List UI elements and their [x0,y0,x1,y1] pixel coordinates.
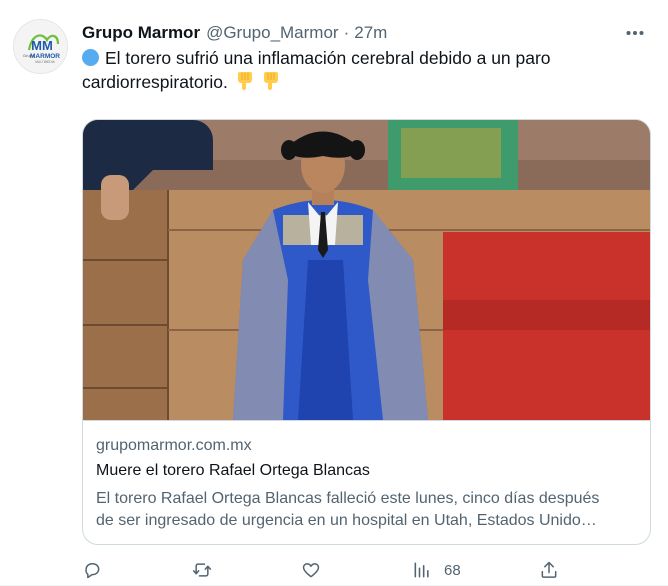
tweet[interactable]: MM MARMOR Grupo MULTIMEDIA Grupo Marmor … [0,0,668,586]
views-button[interactable]: 68 [412,558,461,582]
grupo-marmor-logo: MM MARMOR Grupo MULTIMEDIA [14,20,67,73]
tweet-timestamp[interactable]: 27m [354,23,387,43]
tweet-text-line-1: El torero sufrió una inflamación cerebra… [105,48,551,68]
logo-side: Grupo [23,53,35,58]
logo-word: MARMOR [30,53,60,60]
card-body: grupomarmor.com.mx Muere el torero Rafae… [83,420,650,544]
reply-button[interactable] [82,558,102,582]
link-preview-card[interactable]: grupomarmor.com.mx Muere el torero Rafae… [82,119,651,545]
separator-dot: · [343,23,350,42]
views-count: 68 [444,561,461,579]
pointing-down-emoji [263,72,278,90]
card-title: Muere el torero Rafael Ortega Blancas [96,462,370,479]
pointing-down-emoji [237,72,252,90]
card-image-bullfighter [83,120,650,420]
tweet-text-line-2: cardiorrespiratorio. [82,72,228,92]
card-domain: grupomarmor.com.mx [96,437,252,454]
logo-sub: MULTIMEDIA [35,60,55,64]
card-description: El torero Rafael Ortega Blancas falleció… [96,488,641,532]
card-description-line-2: de ser ingresado de urgencia en un hospi… [96,512,597,529]
views-icon [414,562,429,578]
card-description-line-1: El torero Rafael Ortega Blancas falleció… [96,490,600,507]
logo-letters: MM [31,38,53,53]
tweet-header: Grupo Marmor @Grupo_Marmor · 27m [82,22,387,44]
tweet-text: El torero sufrió una inflamación cerebra… [82,46,642,94]
display-name[interactable]: Grupo Marmor [82,23,200,43]
share-icon [541,561,557,578]
blue-circle-emoji [82,49,99,66]
retweet-button[interactable] [192,558,212,582]
like-icon [302,563,320,578]
user-handle[interactable]: @Grupo_Marmor [206,23,339,43]
avatar[interactable]: MM MARMOR Grupo MULTIMEDIA [13,19,68,74]
retweet-icon [192,563,212,577]
tweet-actions: 68 [82,558,642,584]
share-button[interactable] [539,558,559,582]
like-button[interactable] [301,558,321,582]
more-options-icon[interactable] [622,22,648,44]
reply-icon [85,563,100,579]
